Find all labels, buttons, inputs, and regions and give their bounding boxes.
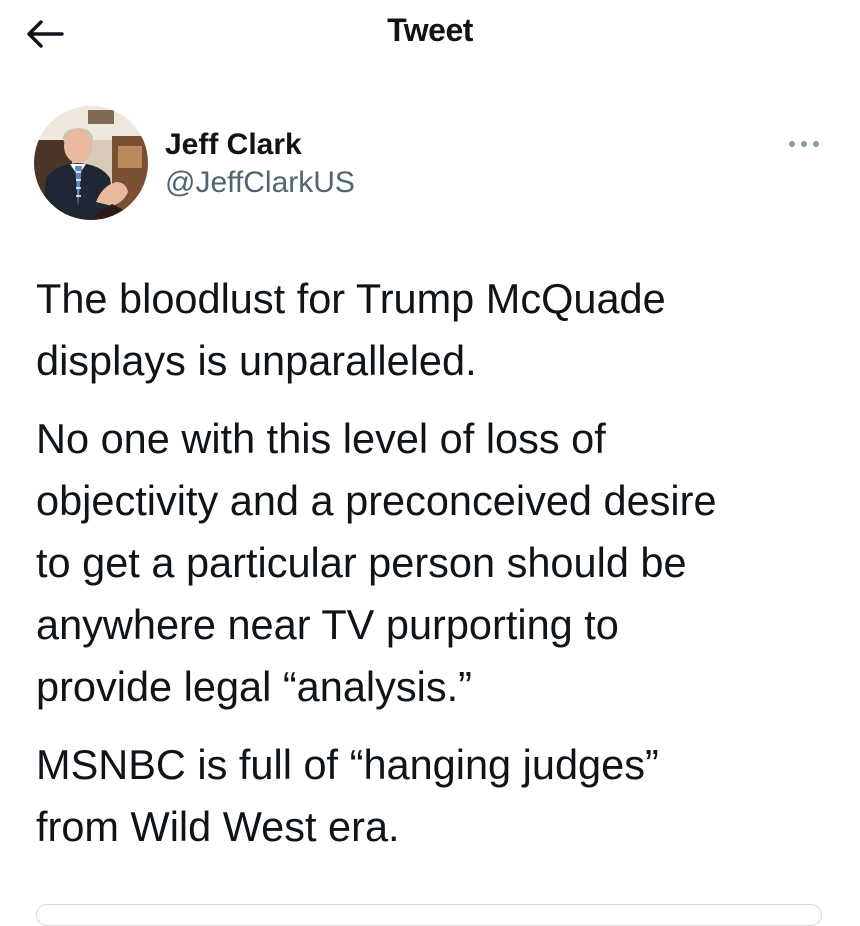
tweet-line: to get a particular person should be — [36, 539, 687, 586]
tweet-line: anywhere near TV purporting to — [36, 601, 619, 648]
tweet-paragraph: MSNBC is full of “hanging judges” from W… — [36, 734, 826, 858]
author-name[interactable]: Jeff Clark — [165, 128, 302, 162]
tweet-line: MSNBC is full of “hanging judges” — [36, 741, 659, 788]
page-title: Tweet — [387, 12, 473, 48]
tweet-line: from Wild West era. — [36, 803, 400, 850]
author-handle[interactable]: @JeffClarkUS — [165, 166, 355, 200]
tweet-line: No one with this level of loss of — [36, 415, 606, 462]
tweet-text: The bloodlust for Trump McQuade displays… — [36, 268, 826, 874]
tweet-line: provide legal “analysis.” — [36, 663, 472, 710]
tweet-paragraph: The bloodlust for Trump McQuade displays… — [36, 268, 826, 392]
tweet-line: displays is unparalleled. — [36, 337, 477, 384]
avatar[interactable] — [34, 106, 148, 220]
tweet-line: The bloodlust for Trump McQuade — [36, 275, 666, 322]
top-bar: Tweet — [0, 0, 860, 64]
tweet-author: Jeff Clark @JeffClarkUS — [34, 106, 824, 222]
tweet-paragraph: No one with this level of loss of object… — [36, 408, 826, 718]
card-edge — [36, 904, 822, 926]
tweet-line: objectivity and a preconceived desire — [36, 477, 717, 524]
more-options-button[interactable] — [782, 128, 826, 160]
more-horizontal-icon — [789, 141, 819, 147]
